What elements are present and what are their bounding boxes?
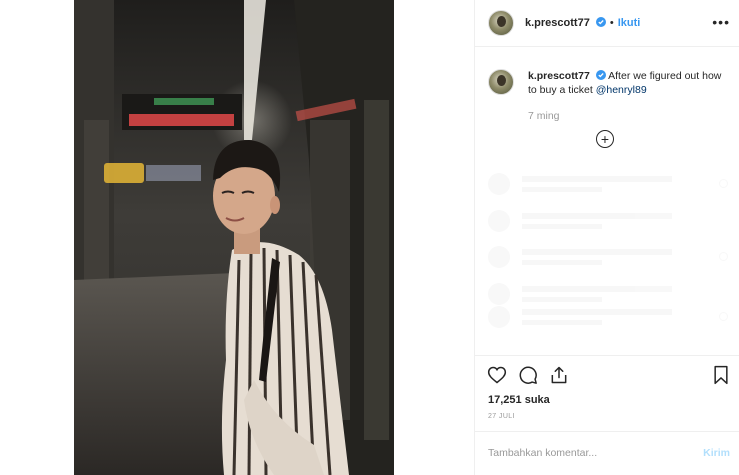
share-icon[interactable] [549,365,569,385]
post-actions: 17,251 suka 27 JULI [475,355,739,435]
faded-comment-row [488,306,728,330]
caption-avatar[interactable] [488,69,514,95]
caption-timestamp: 7 ming [528,110,560,122]
bookmark-icon[interactable] [712,365,730,385]
post-caption: k.prescott77 After we figured out how to… [488,69,728,97]
caption-username[interactable]: k.prescott77 [528,70,590,82]
ellipsis-icon[interactable]: ••• [712,14,730,30]
action-icons [487,365,569,385]
faded-comment-row [488,210,728,234]
post-details-panel: k.prescott77 • Ikuti ••• k.prescott77 Af… [474,0,739,475]
faded-comment-row [488,173,728,197]
post-photo[interactable] [74,0,394,475]
caption-text: k.prescott77 After we figured out how to… [528,69,728,97]
header-separator: • [609,17,614,29]
instagram-post-modal: k.prescott77 • Ikuti ••• k.prescott77 Af… [0,0,739,475]
comment-bubble-icon[interactable] [518,365,538,385]
post-image [74,0,394,475]
post-date: 27 JULI [488,413,515,420]
faded-comment-row [488,283,728,307]
follow-button[interactable]: Ikuti [618,17,641,29]
faded-comment-row [488,246,728,270]
load-more-label: + [600,131,610,147]
author-username[interactable]: k.prescott77 [525,17,606,29]
add-comment-bar: Kirim [475,431,739,475]
likes-count[interactable]: 17,251 suka [488,394,550,406]
comment-input[interactable] [488,444,688,462]
post-comment-button[interactable]: Kirim [703,447,730,459]
comments-section: k.prescott77 After we figured out how to… [475,48,739,356]
post-header: k.prescott77 • Ikuti ••• [475,0,739,47]
author-avatar[interactable] [488,10,514,36]
verified-badge-icon [595,17,606,27]
heart-icon[interactable] [487,365,507,385]
plus-circle-icon[interactable]: + [596,130,614,148]
caption-mention-link[interactable]: @henryl89 [596,84,647,96]
verified-badge-icon [595,70,606,80]
